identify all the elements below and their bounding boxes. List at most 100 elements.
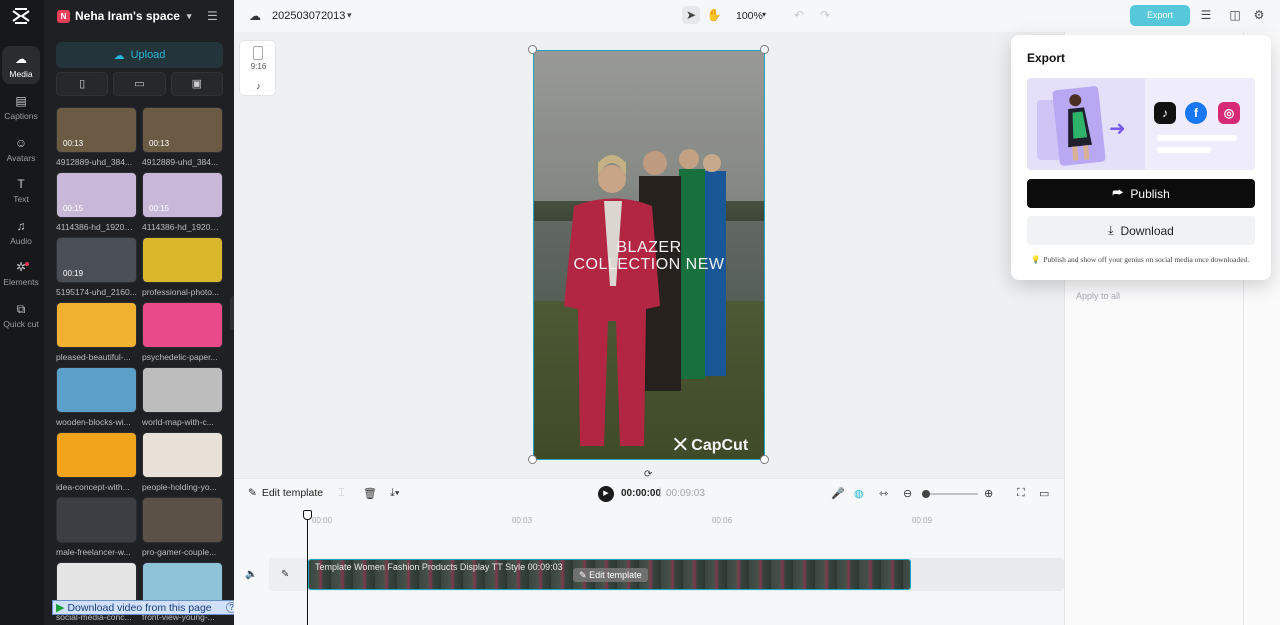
media-thumbnail[interactable] [56,302,137,348]
timeline-ruler[interactable]: 00:00 00:03 00:06 00:09 [234,509,1064,527]
playhead-handle[interactable] [303,510,312,520]
media-item[interactable]: psychedelic-paper... [142,302,223,367]
media-thumbnail[interactable]: 00:19 [56,237,137,283]
zoom-in-icon[interactable]: ⊕ [984,487,993,500]
hand-tool-icon[interactable]: ✋ [705,8,723,22]
media-item[interactable]: wooden-blocks-wi... [56,367,137,432]
volume-icon[interactable]: 🔈 [245,569,257,580]
ruler-tick-label: 00:09 [912,516,933,525]
media-item[interactable]: professional-photo... [142,237,223,302]
rail-item-media[interactable]: ☁ Media [2,46,40,84]
zoom-level[interactable]: 100% [736,10,763,22]
resize-handle-top-left[interactable] [528,45,537,54]
split-icon[interactable]: ⌶ [338,487,345,500]
current-time: 00:00:00 [621,488,662,499]
publish-button[interactable]: ⮫ Publish [1027,179,1255,208]
chevron-down-icon[interactable]: ▾ [762,10,766,19]
timeline-clip[interactable]: Template Women Fashion Products Display … [308,559,911,590]
timeline-zoom-slider[interactable] [922,493,978,495]
media-item[interactable]: world-map-with-c... [142,367,223,432]
media-thumbnail[interactable]: 00:13 [142,107,223,153]
download-button[interactable]: ⤓ Download [1027,216,1255,245]
timeline-zoom-knob[interactable] [922,490,930,498]
upload-button[interactable]: ☁ Upload [56,42,223,68]
instagram-icon: ◎ [1218,102,1240,124]
redo-icon[interactable]: ↷ [816,8,834,22]
apply-to-all[interactable]: Apply to all [1076,291,1120,301]
download-video-bar[interactable]: ▶ Download video from this page ? X [52,600,234,615]
undo-icon[interactable]: ↶ [790,8,808,22]
media-item[interactable]: 00:13 4912889-uhd_384... [142,107,223,172]
filter-phone-icon[interactable]: ▯ [56,72,109,96]
media-thumbnail[interactable]: 00:13 [56,107,137,153]
rail-item-text[interactable]: T Text [2,177,40,204]
video-preview[interactable]: BLAZER COLLECTION NEW ⨉ CapCut [533,50,765,460]
zoom-out-icon[interactable]: ⊖ [903,487,912,500]
media-panel: N Neha Iram's space ▾ ☰ ☁ Upload ▯ ▭ ▣ 0… [44,0,234,625]
ruler-tick-label: 00:03 [512,516,533,525]
clip-edit-template-button[interactable]: ✎ Edit template [573,568,648,582]
media-item[interactable]: pro-gamer-couple... [142,497,223,562]
media-item[interactable]: pleased-beautiful-... [56,302,137,367]
media-thumbnail[interactable] [142,302,223,348]
resize-handle-top-right[interactable] [760,45,769,54]
media-thumbnail[interactable] [142,432,223,478]
media-item[interactable]: male-freelancer-w... [56,497,137,562]
promo-arrow-icon: ➜ [1109,118,1126,140]
media-item[interactable]: social-media-conc... [56,562,137,625]
edit-template-button[interactable]: ✎ Edit template [248,487,323,499]
rail-item-avatars[interactable]: ☺ Avatars [2,136,40,163]
comment-icon[interactable]: ▭ [1039,487,1049,500]
play-icon: ▶ [56,602,65,614]
resize-handle-bottom-left[interactable] [528,455,537,464]
media-name: pro-gamer-couple... [142,547,217,557]
media-thumbnail[interactable] [56,367,137,413]
playhead[interactable] [307,511,308,625]
chevron-down-icon[interactable]: ▾ [347,10,352,21]
media-thumbnail[interactable]: 00:15 [142,172,223,218]
media-thumbnail[interactable]: 00:15 [56,172,137,218]
music-icon: ♫ [16,219,26,233]
microphone-icon[interactable]: 🎤 [831,487,845,500]
settings-icon[interactable]: ⚙ [1250,8,1268,22]
media-item[interactable]: 00:15 4114386-hd_1920_1... [142,172,223,237]
media-item[interactable]: 00:19 5195174-uhd_2160... [56,237,137,302]
filter-video-icon[interactable]: ▭ [113,72,166,96]
resize-handle-bottom-right[interactable] [760,455,769,464]
export-button[interactable]: Export [1130,5,1190,26]
media-thumbnail[interactable] [142,367,223,413]
rail-item-elements[interactable]: ✲ Elements [2,260,40,287]
layers-icon[interactable]: ☰ [1197,8,1215,22]
help-icon[interactable]: ? [225,602,234,613]
capcut-logo[interactable] [11,7,31,25]
download-menu-icon[interactable]: ⤓▾ [390,487,399,500]
media-item[interactable]: 00:13 4912889-uhd_384... [56,107,137,172]
media-item[interactable]: 00:15 4114386-hd_1920_1... [56,172,137,237]
rail-item-quick-cut[interactable]: ⧉ Quick cut [2,302,40,329]
media-item[interactable]: people-holding-yo... [142,432,223,497]
delete-icon[interactable]: 🗑 [363,487,377,500]
fullscreen-icon[interactable]: ⛶ [1017,487,1025,500]
project-name[interactable]: 202503072013 [272,10,345,22]
media-thumbnail[interactable] [142,497,223,543]
space-switcher[interactable]: N Neha Iram's space ▾ [57,8,227,24]
media-thumbnail[interactable] [56,432,137,478]
media-item[interactable]: idea-concept-with... [56,432,137,497]
magnet-icon[interactable]: ◍ [854,487,864,500]
pointer-tool-icon[interactable]: ➤ [682,6,700,24]
total-time: 00:09:03 [666,488,705,499]
aspect-ratio-selector[interactable]: 9:16 ♪ [239,40,276,96]
collapse-panel-icon[interactable]: ☰ [207,9,218,23]
media-name: people-holding-yo... [142,482,217,492]
rail-item-captions[interactable]: ▤ Captions [2,94,40,121]
media-item[interactable]: front-view-young-... [142,562,223,625]
media-thumbnail[interactable] [56,497,137,543]
play-button[interactable]: ▶ [598,486,614,502]
track-edit-icon[interactable]: ✎ [281,569,289,580]
export-popup: Export ➜ ♪ f ◎ ⮫ Publish ⤓ Download 💡 Pub… [1011,35,1271,280]
media-thumbnail[interactable] [142,237,223,283]
filter-image-icon[interactable]: ▣ [170,72,223,96]
rail-item-audio[interactable]: ♫ Audio [2,219,40,246]
split-view-icon[interactable]: ⇿ [879,487,888,500]
layout-icon[interactable]: ◫ [1226,8,1244,22]
